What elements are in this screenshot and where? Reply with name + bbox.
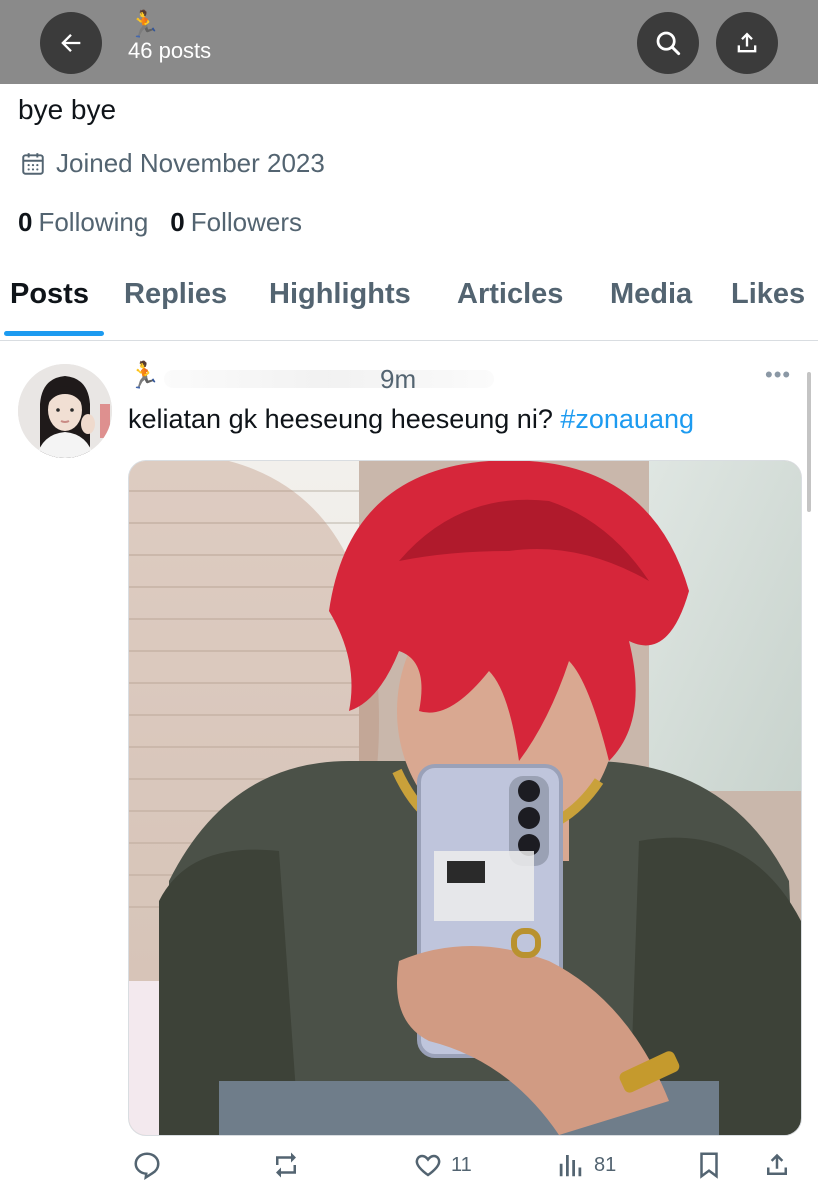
profile-title: 🏃 46 posts bbox=[128, 10, 211, 64]
avatar[interactable] bbox=[18, 364, 112, 458]
repost-button[interactable] bbox=[270, 1150, 302, 1180]
post-count: 46 posts bbox=[128, 38, 212, 63]
author-name[interactable]: 🏃 bbox=[128, 360, 160, 391]
tab-media[interactable]: Media bbox=[610, 278, 692, 311]
redacted-username bbox=[164, 370, 494, 388]
active-tab-indicator bbox=[4, 331, 104, 336]
profile-tabs: Posts Replies Highlights Articles Media … bbox=[0, 270, 818, 341]
tab-likes[interactable]: Likes bbox=[731, 278, 805, 311]
bookmark-button[interactable] bbox=[694, 1150, 724, 1180]
back-button[interactable] bbox=[40, 12, 102, 74]
post-header: 🏃 9m ••• bbox=[128, 360, 808, 396]
following-link[interactable]: 0 Following bbox=[18, 207, 148, 238]
repost-icon bbox=[276, 1152, 296, 1178]
hashtag-link[interactable]: #zonauang bbox=[560, 404, 694, 434]
scrollbar[interactable] bbox=[807, 372, 811, 512]
reply-icon bbox=[134, 1152, 160, 1180]
search-button[interactable] bbox=[637, 12, 699, 74]
view-count: 81 bbox=[594, 1153, 617, 1176]
bookmark-icon bbox=[700, 1152, 718, 1179]
analytics-icon bbox=[559, 1155, 582, 1177]
share-button[interactable] bbox=[716, 12, 778, 74]
profile-bio: bye bye bbox=[18, 94, 117, 125]
tab-highlights[interactable]: Highlights bbox=[269, 278, 411, 311]
following-label: Following bbox=[38, 207, 149, 237]
search-icon bbox=[656, 31, 681, 56]
like-count: 11 bbox=[451, 1153, 472, 1176]
display-name-emoji: 🏃 bbox=[128, 9, 161, 39]
joined-text: Joined November 2023 bbox=[56, 148, 325, 178]
calendar-icon bbox=[22, 152, 44, 175]
tab-posts[interactable]: Posts bbox=[10, 278, 89, 311]
followers-link[interactable]: 0 Followers bbox=[170, 207, 302, 238]
arrow-left-icon bbox=[61, 34, 81, 52]
share-post-button[interactable] bbox=[762, 1150, 792, 1180]
joined-date: Joined November 2023 bbox=[20, 148, 325, 179]
tab-replies[interactable]: Replies bbox=[124, 278, 227, 311]
reply-button[interactable] bbox=[132, 1150, 162, 1180]
heart-icon bbox=[415, 1154, 441, 1177]
profile-header-bar: 🏃 46 posts bbox=[0, 0, 818, 84]
followers-label: Followers bbox=[190, 207, 303, 237]
mirror-selfie-image bbox=[129, 461, 801, 1135]
avatar-image bbox=[18, 364, 112, 458]
views-button[interactable]: 81 bbox=[556, 1150, 616, 1180]
post-text: keliatan gk heeseung heeseung ni? #zonau… bbox=[128, 404, 694, 435]
upload-icon bbox=[767, 1153, 787, 1175]
post-body: keliatan gk heeseung heeseung ni? bbox=[128, 404, 553, 434]
tab-articles[interactable]: Articles bbox=[457, 278, 563, 311]
following-count: 0 bbox=[18, 207, 33, 237]
post-timestamp[interactable]: 9m bbox=[380, 364, 416, 395]
post-actions: 11 81 bbox=[128, 1150, 818, 1190]
like-button[interactable]: 11 bbox=[413, 1150, 472, 1180]
post-photo[interactable] bbox=[128, 460, 802, 1136]
more-options-icon[interactable]: ••• bbox=[765, 362, 791, 388]
follow-stats: 0 Following 0 Followers bbox=[18, 207, 302, 238]
followers-count: 0 bbox=[170, 207, 185, 237]
upload-icon bbox=[737, 32, 757, 53]
